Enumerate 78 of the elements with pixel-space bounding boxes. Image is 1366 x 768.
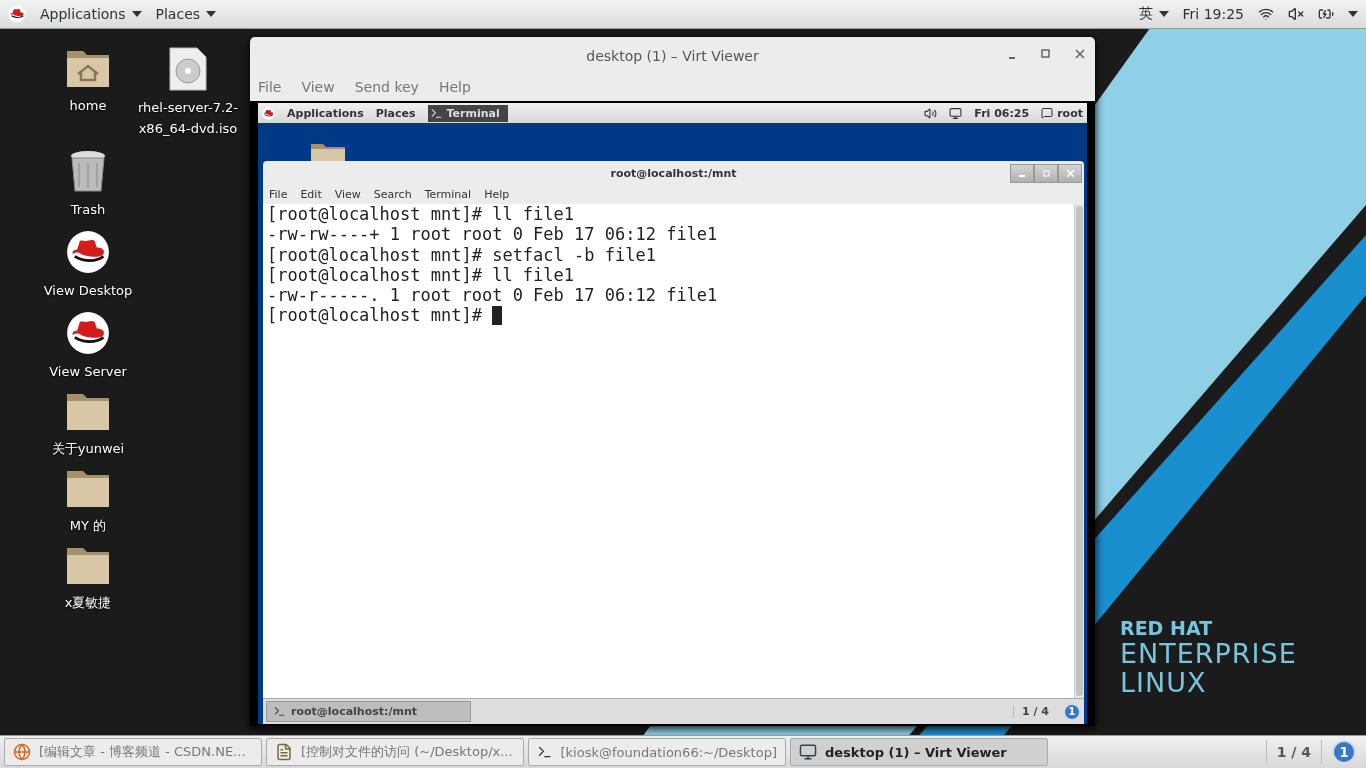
user-menu[interactable]: root bbox=[1041, 106, 1083, 120]
folder-icon bbox=[65, 392, 111, 432]
menu-item[interactable]: File bbox=[258, 79, 282, 95]
terminal-icon bbox=[429, 106, 443, 120]
fedora-hat-icon bbox=[8, 5, 26, 23]
guest-top-menu[interactable]: Applications bbox=[287, 106, 364, 120]
fedora-hat-icon bbox=[66, 230, 110, 274]
terminal-line: -rw-r-----. 1 root root 0 Feb 17 06:12 file1 bbox=[267, 285, 718, 306]
desktop-icon-label[interactable]: MY 的 bbox=[33, 515, 143, 536]
menu-item[interactable]: View bbox=[301, 79, 335, 95]
top-menu[interactable]: Places bbox=[155, 6, 217, 22]
brand-text: LINUX bbox=[1120, 669, 1208, 696]
menu-item[interactable]: Help bbox=[438, 79, 471, 95]
menu-item[interactable]: File bbox=[269, 188, 288, 201]
desktop-icon-label[interactable]: 关于yunwei bbox=[33, 438, 143, 459]
desktop-icon-label[interactable]: Trash bbox=[33, 199, 143, 220]
close-icon bbox=[1066, 170, 1074, 177]
window-title: desktop (1) – Virt Viewer bbox=[586, 48, 759, 64]
desktop-icon-label[interactable]: x夏敏捷 bbox=[33, 592, 143, 613]
terminal-icon bbox=[273, 705, 286, 718]
close-icon[interactable] bbox=[1075, 49, 1085, 59]
caret-icon bbox=[1348, 11, 1358, 17]
taskbar-item[interactable]: desktop (1) – Virt Viewer bbox=[790, 738, 1048, 766]
terminal-line: [root@localhost mnt]# setfacl -b file1 bbox=[267, 244, 656, 265]
caret-icon bbox=[206, 11, 217, 17]
terminal-line: [root@localhost mnt]# ll file1 bbox=[267, 204, 575, 225]
chat-icon bbox=[1041, 107, 1054, 119]
network-icon[interactable] bbox=[949, 106, 963, 120]
caret-icon bbox=[131, 11, 142, 17]
folder-icon bbox=[65, 469, 111, 509]
terminal-title: root@localhost:/mnt bbox=[610, 167, 737, 180]
text-cursor bbox=[492, 306, 503, 326]
text-editor-icon bbox=[275, 743, 293, 761]
taskbar-item[interactable]: [kiosk@foundation66:~/Desktop] bbox=[528, 738, 786, 766]
notification-badge[interactable]: 1 bbox=[1063, 702, 1081, 721]
terminal-line: -rw-rw----+ 1 root root 0 Feb 17 06:12 file1 bbox=[267, 224, 718, 245]
menu-item[interactable]: Search bbox=[373, 188, 412, 201]
monitor-icon bbox=[799, 743, 817, 761]
menu-item[interactable]: Help bbox=[484, 188, 510, 201]
notification-badge[interactable]: 1 bbox=[1332, 740, 1356, 764]
clock[interactable]: Fri 19:25 bbox=[1182, 6, 1244, 22]
workspace-pager[interactable]: 1 / 4 bbox=[1013, 705, 1057, 718]
muted-volume-icon[interactable] bbox=[1288, 6, 1304, 22]
minimize-button[interactable] bbox=[1010, 164, 1034, 183]
guest-top-menu[interactable]: Places bbox=[375, 106, 416, 120]
menu-item[interactable]: Terminal bbox=[424, 188, 472, 201]
menu-item[interactable]: Edit bbox=[300, 188, 322, 201]
brand-text: RED HAT bbox=[1120, 619, 1214, 638]
close-button[interactable] bbox=[1058, 164, 1082, 183]
caret-icon bbox=[1158, 11, 1169, 17]
maximize-icon[interactable] bbox=[1041, 49, 1051, 59]
taskbar-item[interactable]: [编辑文章 - 博客频道 - CSDN.NE... bbox=[4, 738, 262, 766]
guest-clock[interactable]: Fri 06:25 bbox=[974, 106, 1030, 120]
maximize-icon bbox=[1042, 170, 1050, 177]
brand-text: ENTERPRISE bbox=[1120, 640, 1297, 667]
terminal-line: [root@localhost mnt]# bbox=[267, 305, 483, 326]
battery-icon[interactable] bbox=[1318, 6, 1334, 22]
fedora-hat-icon bbox=[262, 106, 275, 120]
menu-item[interactable]: Send key bbox=[354, 79, 419, 95]
trash-icon bbox=[69, 149, 107, 193]
scrollbar-thumb[interactable] bbox=[1076, 206, 1083, 696]
fedora-hat-icon bbox=[66, 311, 110, 355]
disc-file-icon bbox=[169, 47, 207, 91]
workspace-pager[interactable]: 1 / 4 bbox=[1265, 740, 1322, 764]
volume-icon[interactable] bbox=[924, 106, 938, 120]
active-app-button[interactable]: Terminal bbox=[427, 104, 508, 122]
folder-icon bbox=[65, 546, 111, 586]
taskbar-item[interactable]: [控制对文件的访问 (~/Desktop/x... bbox=[266, 738, 524, 766]
desktop-icon-label[interactable]: View Server bbox=[33, 361, 143, 382]
taskbar-item[interactable]: root@localhost:/mnt bbox=[266, 701, 471, 722]
menu-item[interactable]: View bbox=[334, 188, 361, 201]
wifi-icon[interactable] bbox=[1258, 6, 1274, 22]
input-method-menu[interactable]: 英 bbox=[1138, 5, 1169, 23]
globe-icon bbox=[13, 743, 31, 761]
desktop-icon-label[interactable]: View Desktop bbox=[33, 280, 143, 301]
terminal-line: [root@localhost mnt]# ll file1 bbox=[267, 264, 575, 286]
desktop-icon-label[interactable]: rhel-server-7.2-x86_64-dvd.iso bbox=[128, 97, 248, 139]
top-menu[interactable]: Applications bbox=[40, 6, 142, 22]
